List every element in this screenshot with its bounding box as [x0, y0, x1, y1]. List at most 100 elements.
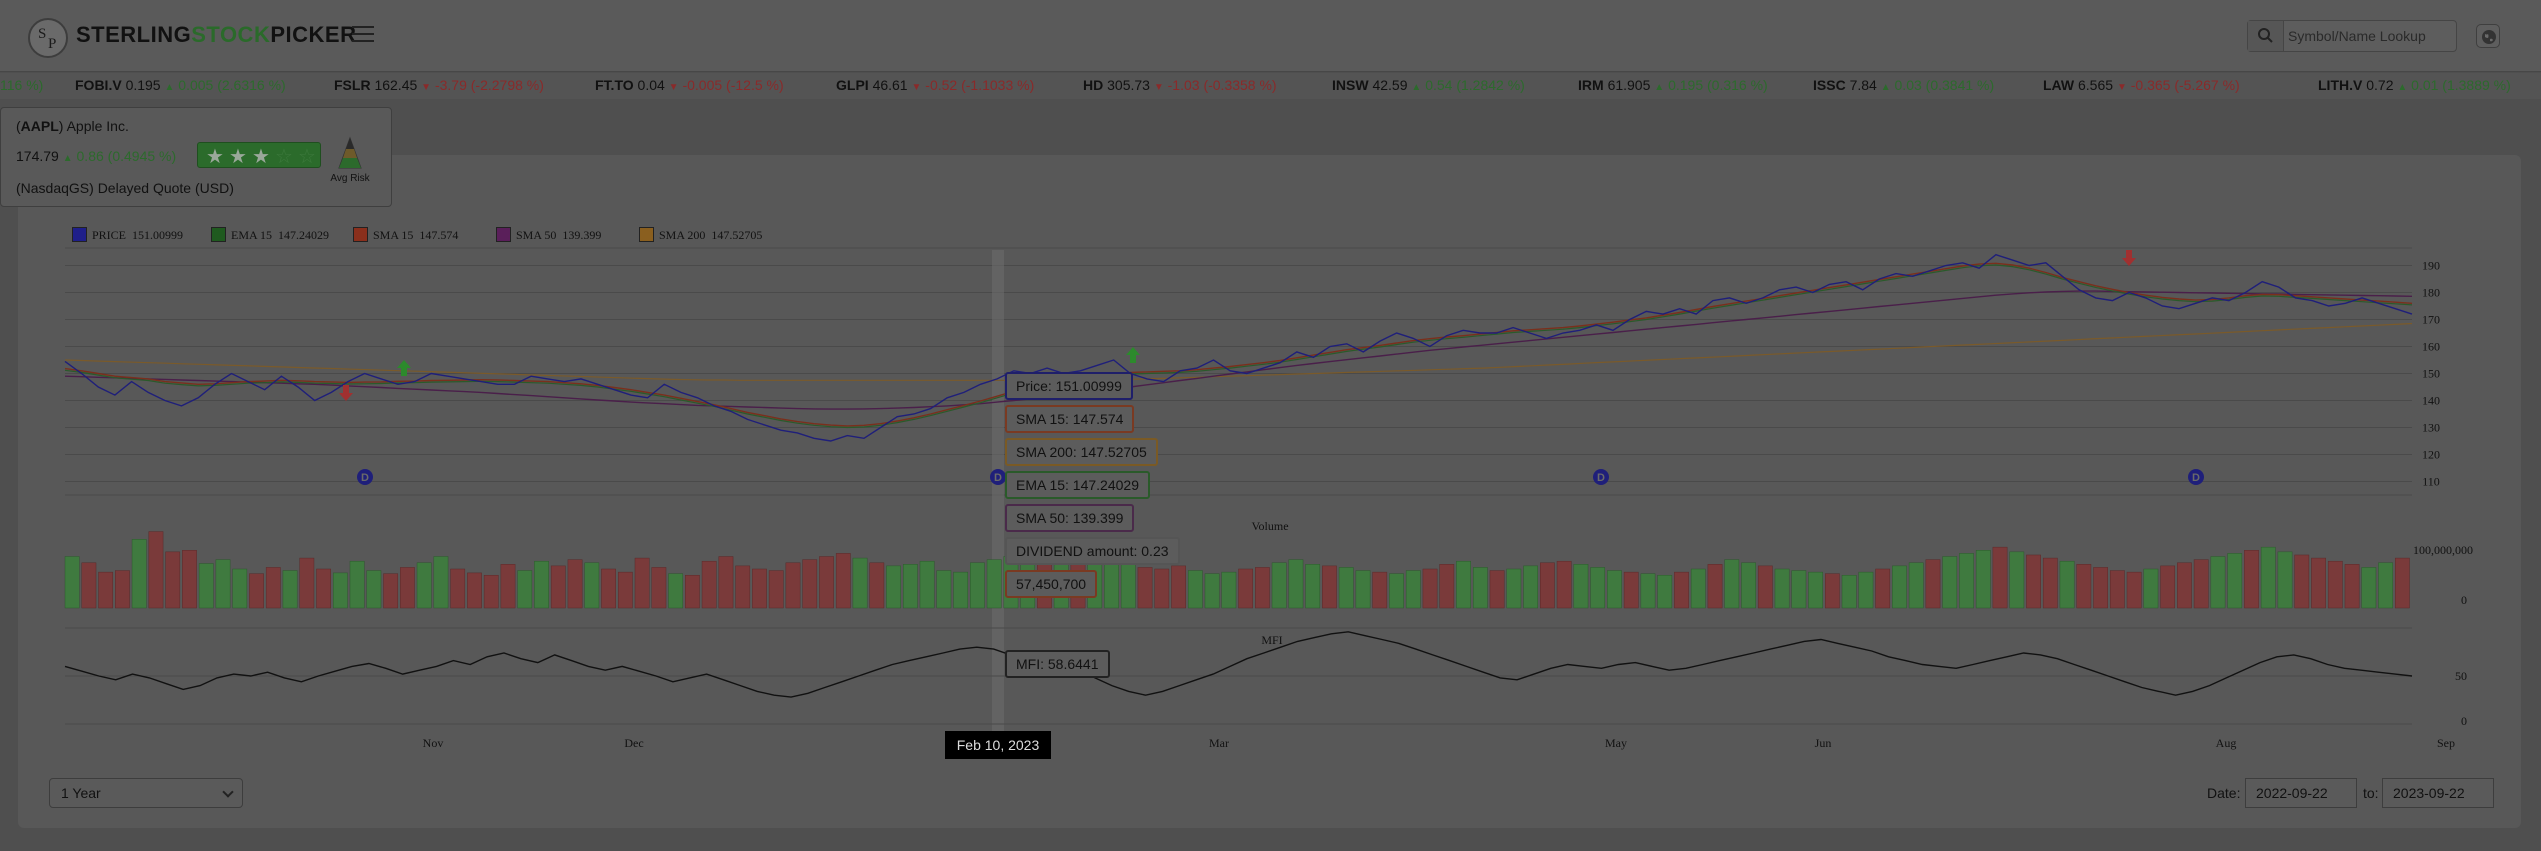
- volume-title: Volume: [1251, 519, 1288, 533]
- volume-bar: [265, 567, 281, 609]
- volume-bar: [1724, 559, 1740, 609]
- volume-bar: [534, 560, 549, 609]
- volume-bar: [2059, 560, 2075, 609]
- y-tick-label: 160: [2422, 340, 2440, 354]
- risk-label: Avg Risk: [330, 173, 370, 184]
- legend-item[interactable]: SMA 15 147.574: [353, 227, 458, 243]
- volume-bar: [1104, 562, 1119, 609]
- volume-bar: [165, 551, 181, 609]
- quote-price-line: 174.79 ▲ 0.86 (0.4945 %): [16, 148, 176, 164]
- volume-bar: [550, 565, 566, 609]
- up-arrow-icon: ▲: [62, 153, 73, 164]
- volume-bar: [601, 568, 616, 609]
- range-select-value: 1 Year: [61, 785, 101, 801]
- volume-bar: [852, 557, 868, 609]
- volume-bar: [785, 562, 801, 609]
- volume-bar: [2042, 557, 2058, 609]
- volume-bar: [685, 574, 700, 609]
- volume-bar: [936, 570, 952, 609]
- volume-bar: [819, 556, 834, 609]
- volume-bar: [1439, 564, 1455, 609]
- sell-signal-icon: [2122, 258, 2136, 266]
- star-empty-icon: ☆: [275, 146, 293, 168]
- buy-signal-icon: [1126, 347, 1140, 355]
- range-select[interactable]: 1 Year: [49, 778, 243, 808]
- tooltip-ema15: EMA 15: 147.24029: [1005, 471, 1150, 499]
- legend-series-name: PRICE: [92, 228, 127, 242]
- signal-stem: [343, 385, 349, 393]
- volume-bar: [1338, 567, 1354, 609]
- quote-title: (AAPL) Apple Inc.: [16, 118, 129, 134]
- risk-indicator: Avg Risk: [327, 134, 373, 186]
- volume-bar: [2294, 554, 2310, 609]
- volume-bar: [1456, 560, 1471, 609]
- legend-item[interactable]: EMA 15 147.24029: [211, 227, 329, 243]
- y-tick-label: 170: [2422, 313, 2440, 327]
- x-tick-label: Sep: [2437, 736, 2455, 750]
- mfi-title: MFI: [1261, 633, 1282, 647]
- y-tick-label: 120: [2422, 448, 2440, 462]
- volume-bar: [651, 567, 667, 609]
- legend-item[interactable]: SMA 50 139.399: [496, 227, 601, 243]
- legend-series-name: SMA 15: [373, 228, 414, 242]
- volume-bar: [1892, 565, 1907, 609]
- volume-bar: [902, 564, 918, 609]
- volume-bar: [517, 570, 533, 609]
- star-rating: ★ ★ ★ ☆ ☆: [197, 142, 321, 168]
- quote-card: (AAPL) Apple Inc. 174.79 ▲ 0.86 (0.4945 …: [0, 107, 392, 207]
- volume-bar: [1540, 562, 1555, 609]
- legend-series-value: 147.574: [419, 228, 459, 242]
- volume-bar: [802, 559, 818, 609]
- volume-bar: [182, 550, 197, 609]
- date-from-input[interactable]: 2022-09-22: [2245, 778, 2357, 808]
- volume-bar: [1791, 570, 1807, 609]
- x-tick-label: Aug: [2216, 736, 2237, 750]
- sma15-line: [64, 262, 2413, 427]
- tooltip-volume: 57,450,700: [1005, 570, 1098, 598]
- volume-bar: [768, 570, 784, 609]
- y-tick-label: 190: [2422, 259, 2440, 273]
- volume-bar: [148, 531, 164, 609]
- volume-bar: [1389, 573, 1404, 609]
- volume-bar: [567, 559, 583, 609]
- volume-bar: [332, 572, 348, 609]
- volume-bar: [1137, 567, 1153, 609]
- legend-series-value: 147.24029: [278, 228, 330, 242]
- signal-stem: [1130, 355, 1136, 363]
- volume-bar: [2143, 568, 2159, 609]
- volume-bar: [1875, 568, 1891, 609]
- volume-bar: [400, 567, 415, 609]
- quote-symbol: AAPL: [20, 118, 59, 134]
- tooltip-sma50: SMA 50: 139.399: [1005, 504, 1135, 532]
- volume-bar: [2193, 559, 2209, 609]
- star-filled-icon: ★: [206, 146, 224, 168]
- volume-bar: [2378, 562, 2393, 609]
- tooltip-price: Price: 151.00999: [1005, 372, 1133, 400]
- mfi-line: [64, 631, 2413, 698]
- volume-bar: [2177, 562, 2192, 609]
- dividend-marker-label: D: [2192, 472, 2200, 484]
- legend-series-name: SMA 200: [659, 228, 706, 242]
- buy-signal-icon: [397, 360, 411, 368]
- volume-bar: [115, 570, 130, 609]
- volume-bar: [634, 557, 650, 609]
- mfi-tick-label: 0: [2461, 714, 2467, 728]
- volume-bar: [1607, 570, 1622, 609]
- volume-bar: [1120, 564, 1136, 609]
- volume-bar: [1623, 571, 1639, 609]
- to-label: to:: [2363, 785, 2379, 801]
- sell-signal-icon: [339, 393, 353, 401]
- legend-swatch: [72, 227, 87, 242]
- price-line: [64, 253, 2413, 442]
- volume-bar: [701, 560, 717, 609]
- legend-item[interactable]: SMA 200 147.52705: [639, 227, 762, 243]
- legend-item[interactable]: PRICE 151.00999: [72, 227, 183, 243]
- date-to-input[interactable]: 2023-09-22: [2382, 778, 2494, 808]
- volume-bar: [584, 562, 600, 609]
- quote-exchange-note: (NasdaqGS) Delayed Quote (USD): [16, 180, 234, 196]
- legend-series-name: SMA 50: [516, 228, 557, 242]
- volume-bar: [1858, 571, 1874, 609]
- star-filled-icon: ★: [252, 146, 270, 168]
- star-empty-icon: ☆: [298, 146, 316, 168]
- volume-bar: [1975, 550, 1991, 609]
